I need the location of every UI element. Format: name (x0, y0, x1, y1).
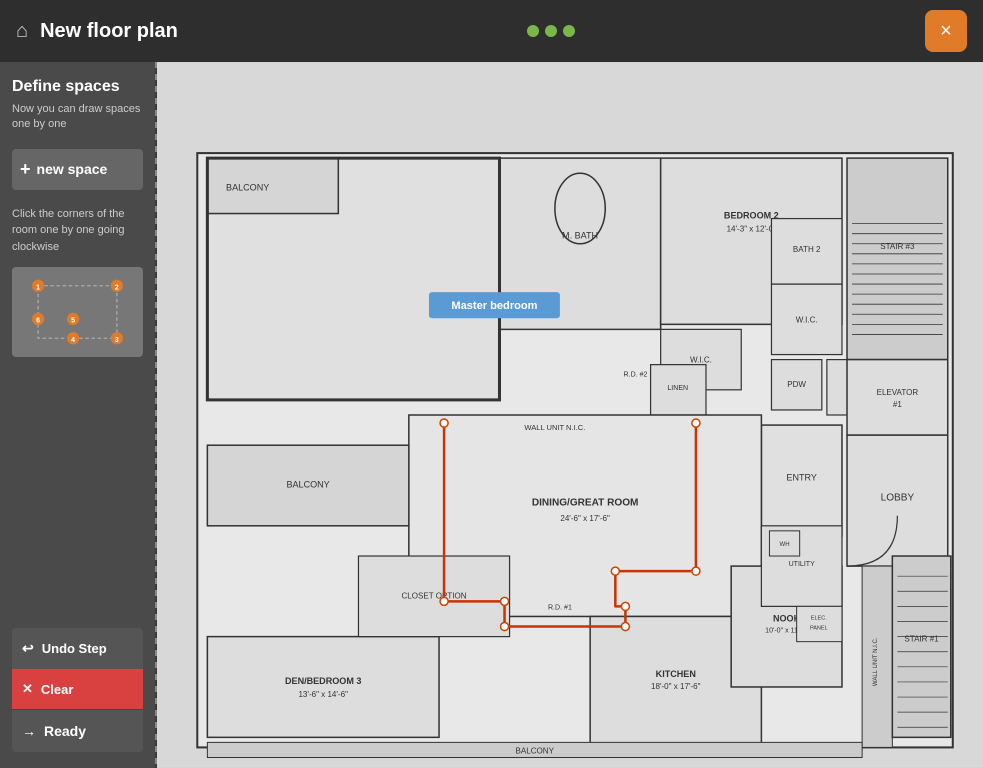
svg-text:Master bedroom: Master bedroom (451, 300, 537, 312)
app-title: New floor plan (40, 20, 178, 43)
ready-button[interactable]: → Ready (12, 709, 143, 752)
svg-text:2: 2 (115, 285, 119, 292)
sidebar-title: Define spaces (12, 78, 143, 96)
svg-text:BALCONY: BALCONY (516, 746, 555, 755)
clear-button[interactable]: ✕ Clear (12, 669, 143, 709)
clear-label: Clear (41, 682, 74, 697)
svg-text:18'-0" x 17'-6": 18'-0" x 17'-6" (651, 682, 701, 691)
svg-text:BATH 2: BATH 2 (793, 245, 821, 254)
arrow-right-icon: → (22, 723, 36, 739)
svg-text:#1: #1 (893, 400, 902, 409)
svg-text:ELEVATOR: ELEVATOR (877, 388, 919, 397)
sidebar: Define spaces Now you can draw spaces on… (0, 62, 155, 768)
svg-text:CLOSET OPTION: CLOSET OPTION (401, 591, 466, 600)
svg-text:R.D. #2: R.D. #2 (624, 372, 648, 379)
room-diagram: 1 2 3 4 5 6 (12, 267, 143, 357)
svg-text:WH: WH (780, 542, 790, 548)
close-button[interactable]: × (925, 10, 967, 52)
undo-icon: ↩ (22, 640, 34, 657)
plus-icon: + (20, 159, 31, 180)
svg-text:BALCONY: BALCONY (226, 182, 269, 192)
svg-text:DEN/BEDROOM 3: DEN/BEDROOM 3 (285, 676, 361, 686)
svg-text:4: 4 (71, 337, 75, 344)
svg-text:KITCHEN: KITCHEN (656, 669, 696, 679)
main-area: Define spaces Now you can draw spaces on… (0, 62, 983, 768)
dot-1 (527, 25, 539, 37)
svg-text:W.I.C.: W.I.C. (796, 315, 818, 324)
sidebar-bottom: ↩ Undo Step ✕ Clear → Ready (12, 628, 143, 752)
svg-text:24'-6" x 17'-6": 24'-6" x 17'-6" (560, 514, 610, 523)
new-space-button[interactable]: + new space (12, 149, 143, 190)
svg-text:1: 1 (36, 285, 40, 292)
topbar-dots (527, 25, 575, 37)
svg-text:PANEL: PANEL (810, 626, 828, 632)
svg-text:BALCONY: BALCONY (286, 480, 329, 490)
svg-text:LINEN: LINEN (667, 385, 688, 392)
svg-text:6: 6 (36, 318, 40, 325)
svg-text:5: 5 (71, 318, 75, 325)
svg-text:STAIR #3: STAIR #3 (880, 242, 915, 251)
svg-text:ELEC.: ELEC. (811, 615, 827, 621)
new-space-label: new space (37, 161, 108, 177)
svg-text:DINING/GREAT ROOM: DINING/GREAT ROOM (532, 498, 639, 509)
ready-label: Ready (44, 723, 86, 739)
undo-step-button[interactable]: ↩ Undo Step (12, 628, 143, 669)
svg-text:R.D. #1: R.D. #1 (548, 604, 572, 611)
instruction-text: Click the corners of the room one by one… (12, 206, 143, 256)
svg-text:BEDROOM 2: BEDROOM 2 (724, 211, 779, 221)
svg-text:W.I.C.: W.I.C. (690, 356, 712, 365)
floorplan-area[interactable]: BALCONY M. BATH BEDROOM 2 14'-3" x 12'-0… (157, 62, 983, 768)
topbar: ⌂ New floor plan × (0, 0, 983, 62)
svg-text:WALL UNIT N.I.C.: WALL UNIT N.I.C. (524, 423, 585, 432)
svg-text:WALL UNIT N.I.C.: WALL UNIT N.I.C. (873, 637, 879, 686)
undo-label: Undo Step (42, 641, 107, 656)
topbar-left: ⌂ New floor plan (16, 20, 178, 43)
svg-text:STAIR #1: STAIR #1 (904, 635, 939, 644)
svg-text:13'-6" x 14'-6": 13'-6" x 14'-6" (298, 690, 348, 699)
home-icon: ⌂ (16, 20, 28, 43)
sidebar-description: Now you can draw spaces one by one (12, 102, 143, 133)
svg-text:3: 3 (115, 337, 119, 344)
svg-text:PDW: PDW (787, 380, 806, 389)
svg-text:ENTRY: ENTRY (786, 472, 817, 482)
svg-text:UTILITY: UTILITY (789, 561, 816, 568)
dot-3 (563, 25, 575, 37)
dot-2 (545, 25, 557, 37)
svg-text:14'-3" x 12'-0": 14'-3" x 12'-0" (727, 225, 777, 234)
svg-text:LOBBY: LOBBY (881, 493, 915, 504)
clear-icon: ✕ (22, 681, 33, 697)
